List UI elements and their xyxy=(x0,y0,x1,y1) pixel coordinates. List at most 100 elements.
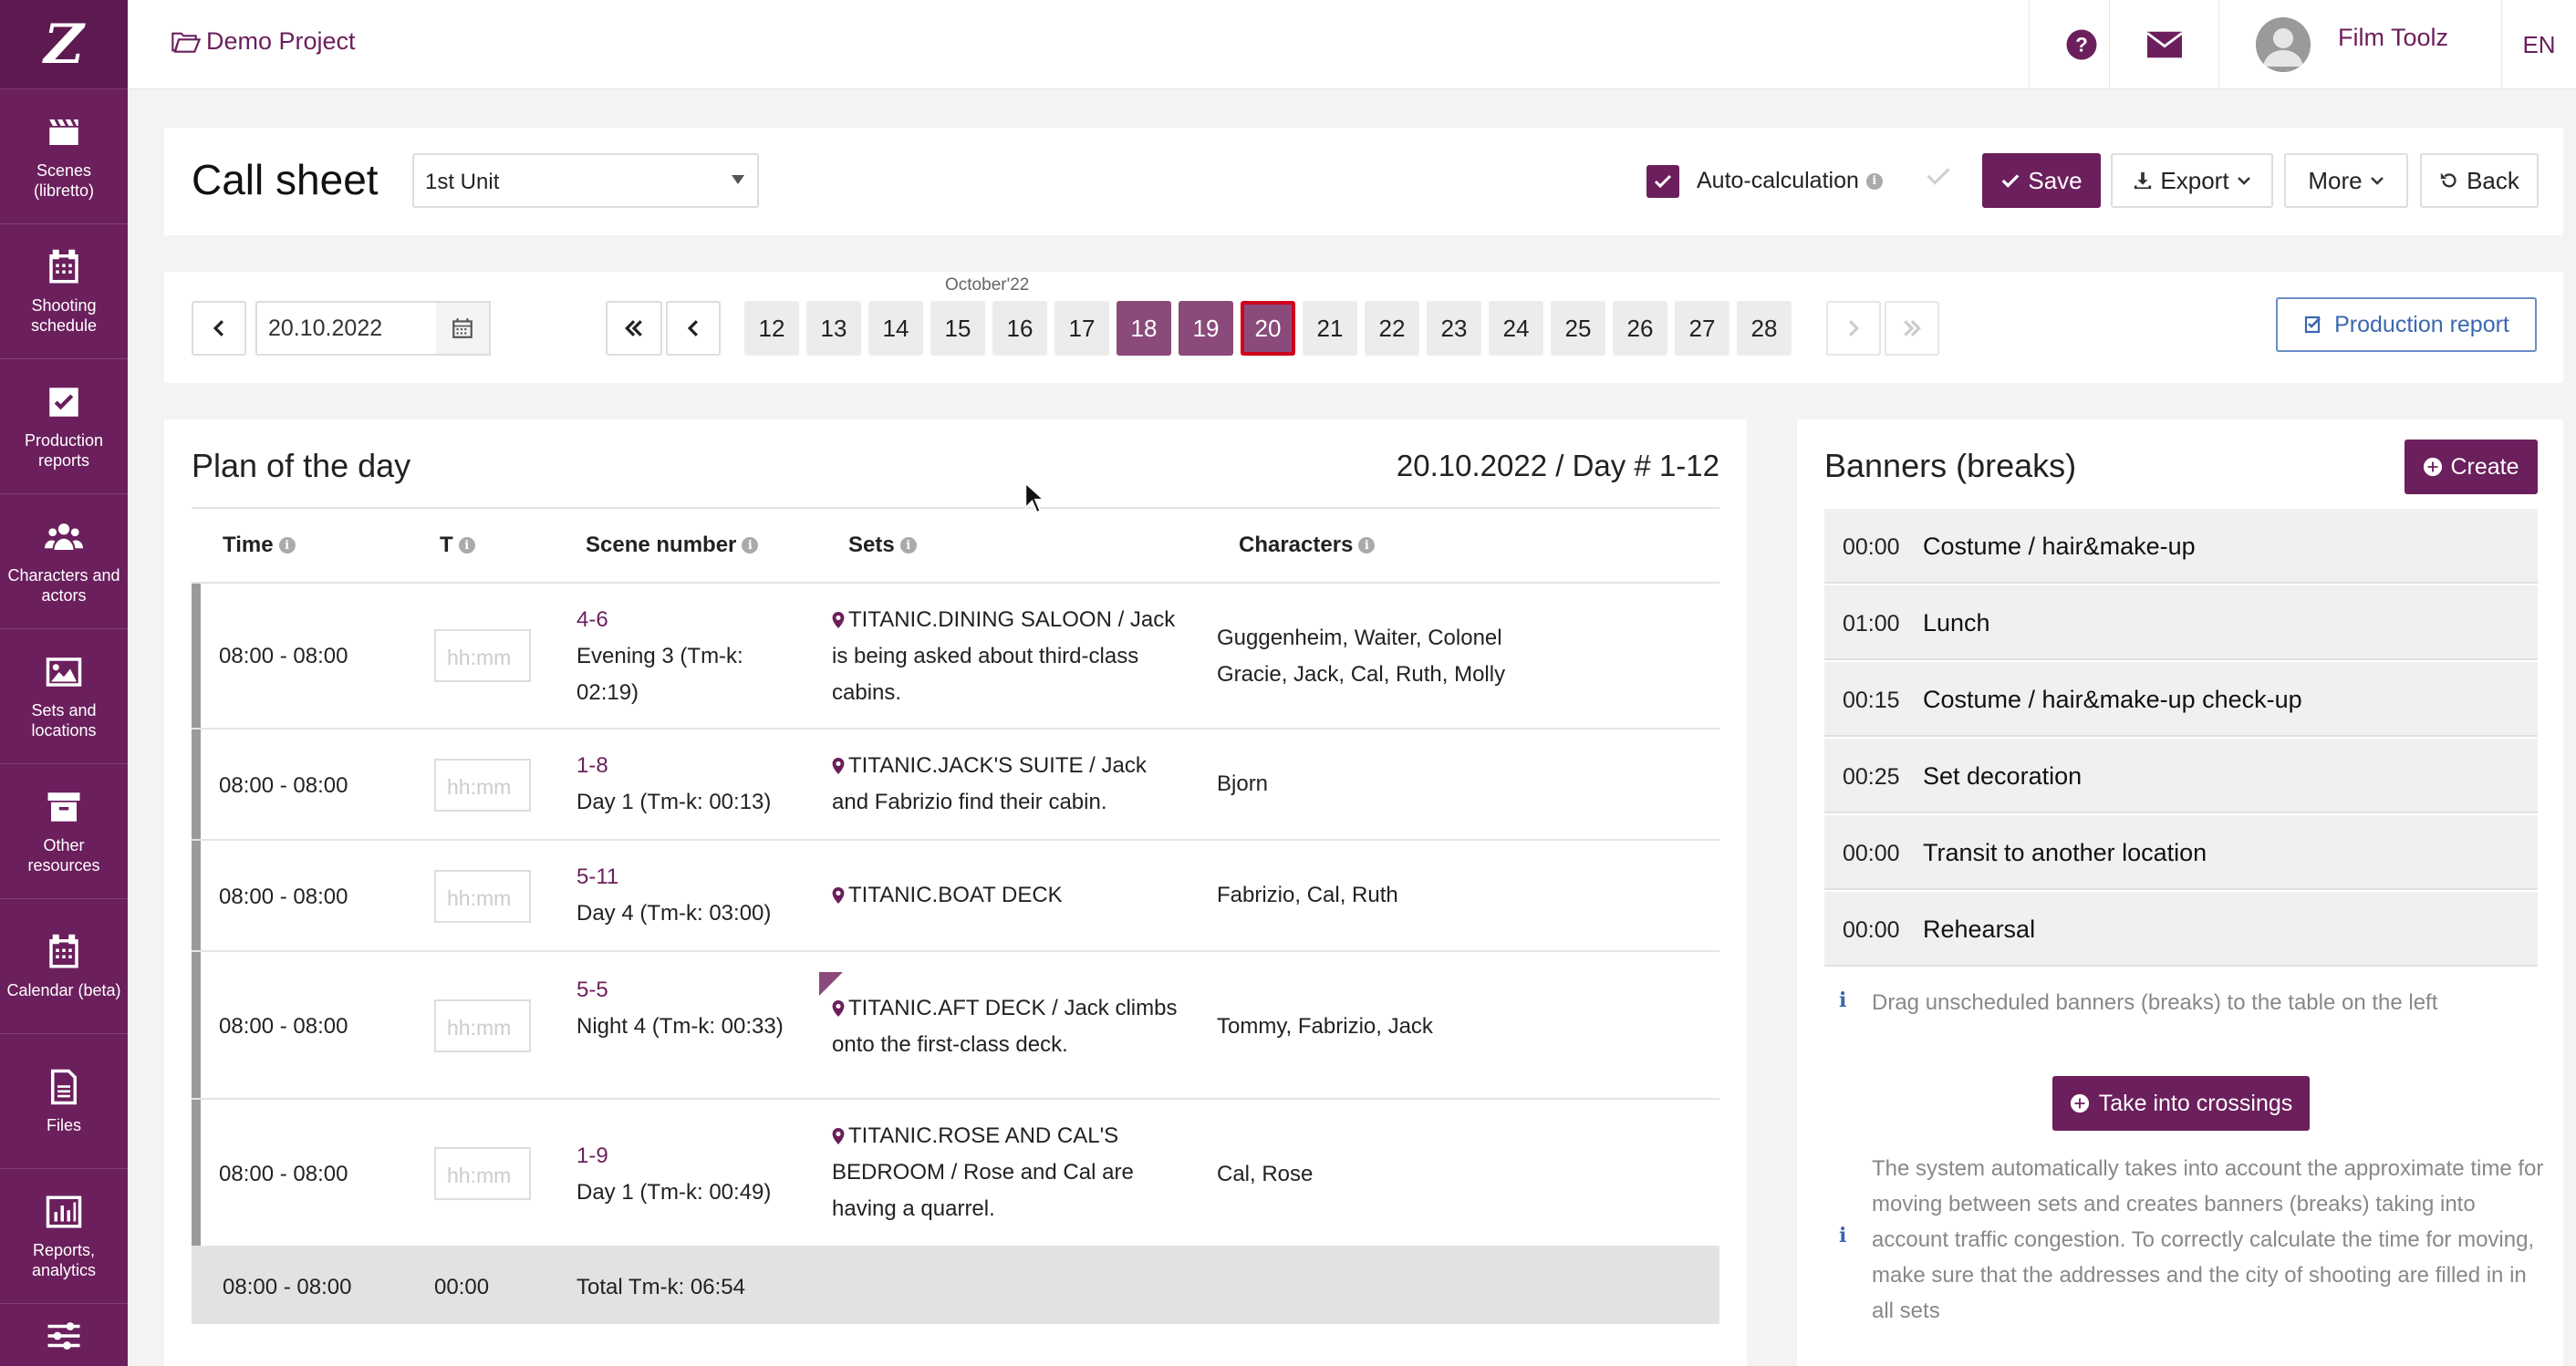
unit-select[interactable]: 1st Unit xyxy=(412,153,759,208)
date-navigation: 20.10.2022 October'22 Production report … xyxy=(164,272,2563,383)
day-button-15[interactable]: 15 xyxy=(930,301,985,356)
date-input[interactable]: 20.10.2022 xyxy=(255,301,438,356)
duration-placeholder: hh:mm xyxy=(447,1164,512,1187)
info-icon: i xyxy=(1839,1224,1847,1247)
duration-input[interactable]: hh:mm xyxy=(434,1147,531,1200)
day-button-18[interactable]: 18 xyxy=(1117,301,1171,356)
sidebar-item-files[interactable]: Files xyxy=(0,1034,128,1169)
day-button-13[interactable]: 13 xyxy=(806,301,861,356)
day-button-17[interactable]: 17 xyxy=(1054,301,1109,356)
day-button-21[interactable]: 21 xyxy=(1303,301,1357,356)
duration-input[interactable]: hh:mm xyxy=(434,999,531,1052)
banner-item[interactable]: 00:00 Costume / hair&make-up xyxy=(1824,509,2538,584)
sidebar-item-shooting-schedule[interactable]: Shooting schedule xyxy=(0,224,128,359)
set-name: TITANIC.ROSE AND CAL'S BEDROOM / Rose an… xyxy=(832,1123,1134,1221)
sidebar-item-sets-locations[interactable]: Sets and locations xyxy=(0,629,128,764)
scene-number-link[interactable]: 1-9 xyxy=(576,1144,608,1168)
banner-item[interactable]: 00:00 Rehearsal xyxy=(1824,892,2538,967)
scene-number-link[interactable]: 4-6 xyxy=(576,607,608,632)
table-row[interactable]: 08:00 - 08:00 hh:mm 4-6 Evening 3 (Tm-k: … xyxy=(192,584,1719,730)
info-icon[interactable]: i xyxy=(742,537,759,554)
export-button[interactable]: Export xyxy=(2111,153,2273,208)
day-button-25[interactable]: 25 xyxy=(1551,301,1605,356)
duration-input[interactable]: hh:mm xyxy=(434,759,531,812)
scene-number-link[interactable]: 1-8 xyxy=(576,753,608,778)
characters-list: Tommy, Fabrizio, Jaсk xyxy=(1217,1014,1433,1039)
production-report-button[interactable]: Production report xyxy=(2276,297,2537,352)
messages-button[interactable] xyxy=(2109,0,2218,89)
day-button-28[interactable]: 28 xyxy=(1737,301,1792,356)
take-into-crossings-button[interactable]: Take into crossings xyxy=(2052,1076,2310,1131)
auto-calculation-checkbox[interactable] xyxy=(1646,165,1679,198)
info-icon[interactable]: i xyxy=(1358,537,1376,554)
row-drag-handle[interactable] xyxy=(192,841,201,950)
banner-item[interactable]: 00:00 Transit to another location xyxy=(1824,815,2538,890)
app-logo[interactable]: Z xyxy=(0,0,128,89)
day-button-27[interactable]: 27 xyxy=(1675,301,1729,356)
map-pin-icon xyxy=(832,612,845,628)
scene-number-link[interactable]: 5-5 xyxy=(576,978,608,1002)
last-page-button[interactable] xyxy=(1885,301,1939,356)
scene-description: Night 4 (Tm-k: 00:33) xyxy=(576,1014,784,1039)
table-row[interactable]: 08:00 - 08:00 hh:mm 1-9 Day 1 (Tm-k: 00:4… xyxy=(192,1100,1719,1247)
calendar-picker-button[interactable] xyxy=(436,301,491,356)
row-drag-handle[interactable] xyxy=(192,584,201,728)
banner-item[interactable]: 01:00 Lunch xyxy=(1824,585,2538,660)
more-button[interactable]: More xyxy=(2284,153,2408,208)
day-button-23[interactable]: 23 xyxy=(1427,301,1481,356)
project-link[interactable]: Demo Project xyxy=(171,27,356,56)
sidebar-item-label: Shooting schedule xyxy=(30,295,98,335)
banner-duration: 00:25 xyxy=(1843,764,1900,790)
next-week-button[interactable] xyxy=(1826,301,1881,356)
day-button-19[interactable]: 19 xyxy=(1179,301,1233,356)
save-button[interactable]: Save xyxy=(1982,153,2101,208)
day-button-12[interactable]: 12 xyxy=(744,301,799,356)
column-header-t: Ti xyxy=(440,533,475,558)
duration-input[interactable]: hh:mm xyxy=(434,870,531,923)
language-switch[interactable]: EN xyxy=(2501,0,2576,89)
sidebar-item-characters[interactable]: Characters and actors xyxy=(0,494,128,629)
duration-input[interactable]: hh:mm xyxy=(434,629,531,682)
day-button-16[interactable]: 16 xyxy=(992,301,1047,356)
caret-down-icon xyxy=(732,175,744,184)
prev-date-button[interactable] xyxy=(192,301,246,356)
help-button[interactable]: ? xyxy=(2054,0,2109,89)
note-flag-icon[interactable] xyxy=(819,972,843,996)
banner-item[interactable]: 00:15 Costume / hair&make-up check-up xyxy=(1824,662,2538,737)
table-row[interactable]: 08:00 - 08:00 hh:mm 5-5 Night 4 (Tm-k: 00… xyxy=(192,952,1719,1100)
table-row[interactable]: 08:00 - 08:00 hh:mm 1-8 Day 1 (Tm-k: 00:1… xyxy=(192,730,1719,841)
sidebar-item-production-reports[interactable]: Production reports xyxy=(0,359,128,494)
table-row[interactable]: 08:00 - 08:00 hh:mm 5-11 Day 4 (Tm-k: 03:… xyxy=(192,841,1719,952)
sidebar-item-calendar[interactable]: Calendar (beta) xyxy=(0,899,128,1034)
plan-title: Plan of the day xyxy=(192,447,411,484)
banner-item[interactable]: 00:25 Set decoration xyxy=(1824,739,2538,813)
map-pin-icon xyxy=(832,887,845,904)
day-button-26[interactable]: 26 xyxy=(1613,301,1667,356)
day-button-24[interactable]: 24 xyxy=(1489,301,1543,356)
sidebar-item-reports[interactable]: Reports, analytics xyxy=(0,1169,128,1304)
row-drag-handle[interactable] xyxy=(192,1100,201,1246)
create-banner-button[interactable]: Create xyxy=(2405,440,2538,494)
day-button-14[interactable]: 14 xyxy=(868,301,923,356)
user-menu[interactable]: Film Toolz xyxy=(2218,0,2501,89)
day-button-20[interactable]: 20 xyxy=(1241,301,1295,356)
scene-number-link[interactable]: 5-11 xyxy=(576,864,618,889)
row-drag-handle[interactable] xyxy=(192,730,201,839)
sidebar-item-scenes[interactable]: Scenes (libretto) xyxy=(0,89,128,224)
info-icon[interactable]: i xyxy=(899,537,917,554)
prev-week-button[interactable] xyxy=(666,301,721,356)
sidebar-item-other-resources[interactable]: Other resources xyxy=(0,764,128,899)
sidebar-item-settings[interactable] xyxy=(0,1304,128,1366)
back-button[interactable]: Back xyxy=(2420,153,2539,208)
info-icon[interactable]: i xyxy=(278,537,296,554)
unit-select-value: 1st Unit xyxy=(425,170,500,194)
first-page-button[interactable] xyxy=(606,301,662,356)
project-name: Demo Project xyxy=(206,27,356,55)
map-pin-icon xyxy=(832,1128,845,1144)
day-button-22[interactable]: 22 xyxy=(1365,301,1419,356)
info-icon[interactable]: i xyxy=(458,537,475,554)
column-header-time: Time i xyxy=(223,533,296,558)
apply-check-icon[interactable] xyxy=(1925,162,1952,197)
row-drag-handle[interactable] xyxy=(192,952,201,1098)
info-icon[interactable]: i xyxy=(1865,172,1883,190)
